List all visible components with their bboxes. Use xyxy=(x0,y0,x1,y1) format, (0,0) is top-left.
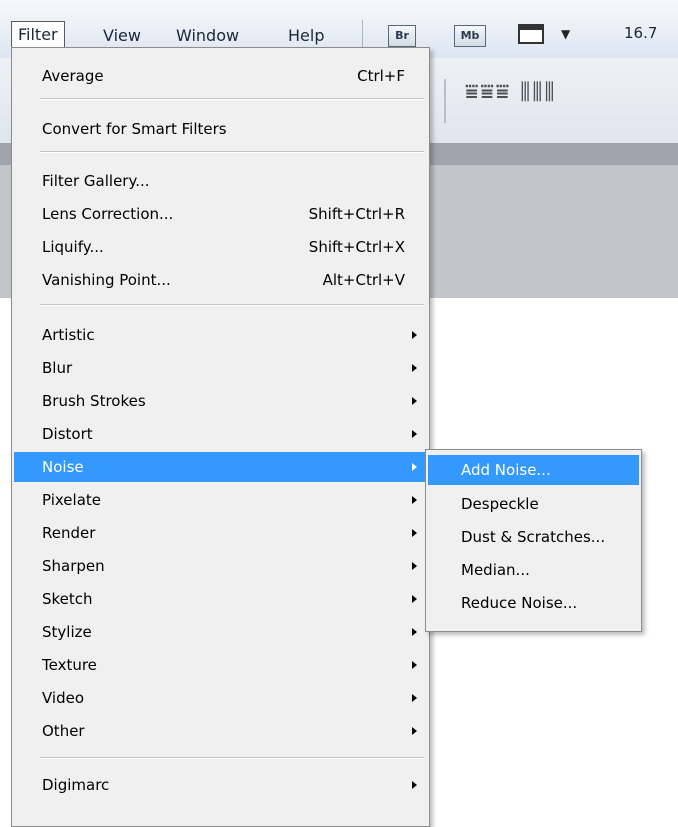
menu-item-render[interactable]: Render xyxy=(14,518,427,548)
submenu-item-label: Reduce Noise... xyxy=(461,594,578,612)
menu-item-label: Other xyxy=(42,722,85,740)
zoom-level[interactable]: 16.7 xyxy=(624,24,657,42)
submenu-item-add-noise[interactable]: Add Noise... xyxy=(428,455,639,485)
menu-view[interactable]: View xyxy=(103,24,141,48)
menu-item-label: Noise xyxy=(42,458,84,476)
submenu-arrow-icon xyxy=(412,364,417,372)
menu-item-shortcut: Alt+Ctrl+V xyxy=(322,271,405,289)
submenu-item-despeckle[interactable]: Despeckle xyxy=(428,489,639,519)
menu-item-artistic[interactable]: Artistic xyxy=(14,320,427,350)
submenu-arrow-icon xyxy=(412,331,417,339)
menu-item-sharpen[interactable]: Sharpen xyxy=(14,551,427,581)
menu-filter[interactable]: Filter xyxy=(11,21,65,48)
filter-menu: Average Ctrl+F Convert for Smart Filters… xyxy=(11,47,430,827)
submenu-item-label: Median... xyxy=(461,561,530,579)
menu-item-label: Render xyxy=(42,524,96,542)
submenu-arrow-icon xyxy=(412,430,417,438)
align-distribute-icon[interactable]: ⩸⩸⩸ ⫼⫼⫼ xyxy=(465,80,556,105)
noise-submenu: Add Noise... Despeckle Dust & Scratches.… xyxy=(425,449,642,632)
menu-item-other[interactable]: Other xyxy=(14,716,427,746)
screen-mode-icon[interactable] xyxy=(518,24,544,44)
menu-item-vanishing-point[interactable]: Vanishing Point... Alt+Ctrl+V xyxy=(14,265,427,295)
menu-item-label: Distort xyxy=(42,425,93,443)
submenu-item-label: Dust & Scratches... xyxy=(461,528,606,546)
menu-item-label: Artistic xyxy=(42,326,95,344)
submenu-arrow-icon xyxy=(412,463,417,471)
menu-item-average[interactable]: Average Ctrl+F xyxy=(14,61,427,91)
submenu-arrow-icon xyxy=(412,397,417,405)
menu-item-video[interactable]: Video xyxy=(14,683,427,713)
submenu-arrow-icon xyxy=(412,628,417,636)
menu-item-distort[interactable]: Distort xyxy=(14,419,427,449)
menu-item-shortcut: Ctrl+F xyxy=(357,67,405,85)
options-divider xyxy=(444,79,446,123)
chevron-down-icon[interactable]: ▼ xyxy=(561,27,570,41)
menu-item-liquify[interactable]: Liquify... Shift+Ctrl+X xyxy=(14,232,427,262)
menu-item-texture[interactable]: Texture xyxy=(14,650,427,680)
menu-item-label: Lens Correction... xyxy=(42,205,174,223)
submenu-arrow-icon xyxy=(412,661,417,669)
menu-item-convert-for-smart-filters[interactable]: Convert for Smart Filters xyxy=(14,114,427,144)
menu-separator xyxy=(40,304,424,306)
menu-item-label: Liquify... xyxy=(42,238,104,256)
submenu-arrow-icon xyxy=(412,727,417,735)
submenu-arrow-icon xyxy=(412,562,417,570)
menu-item-label: Video xyxy=(42,689,85,707)
submenu-item-label: Add Noise... xyxy=(461,461,551,479)
menu-item-label: Blur xyxy=(42,359,73,377)
menu-item-label: Vanishing Point... xyxy=(42,271,171,289)
menu-help[interactable]: Help xyxy=(288,24,324,48)
menu-item-brush-strokes[interactable]: Brush Strokes xyxy=(14,386,427,416)
submenu-arrow-icon xyxy=(412,529,417,537)
menu-item-noise[interactable]: Noise xyxy=(14,452,427,482)
menubar-divider xyxy=(362,20,363,48)
menu-separator xyxy=(40,98,424,100)
menu-item-lens-correction[interactable]: Lens Correction... Shift+Ctrl+R xyxy=(14,199,427,229)
menu-item-label: Average xyxy=(42,67,104,85)
menu-item-label: Sharpen xyxy=(42,557,105,575)
menu-item-label: Texture xyxy=(42,656,97,674)
submenu-arrow-icon xyxy=(412,595,417,603)
menu-item-label: Filter Gallery... xyxy=(42,172,150,190)
menu-item-label: Stylize xyxy=(42,623,92,641)
menu-item-stylize[interactable]: Stylize xyxy=(14,617,427,647)
submenu-item-median[interactable]: Median... xyxy=(428,555,639,585)
menu-item-label: Convert for Smart Filters xyxy=(42,120,227,138)
mini-bridge-button[interactable]: Mb xyxy=(454,25,486,47)
menu-item-label: Brush Strokes xyxy=(42,392,146,410)
menu-item-filter-gallery[interactable]: Filter Gallery... xyxy=(14,166,427,196)
submenu-arrow-icon xyxy=(412,781,417,789)
menu-item-shortcut: Shift+Ctrl+X xyxy=(308,238,405,256)
menu-window[interactable]: Window xyxy=(176,24,239,48)
menu-item-shortcut: Shift+Ctrl+R xyxy=(308,205,405,223)
menu-separator xyxy=(40,151,424,153)
menu-item-label: Pixelate xyxy=(42,491,101,509)
submenu-arrow-icon xyxy=(412,496,417,504)
menu-separator xyxy=(40,757,424,759)
submenu-item-label: Despeckle xyxy=(461,495,539,513)
menu-item-digimarc[interactable]: Digimarc xyxy=(14,770,427,800)
menu-item-sketch[interactable]: Sketch xyxy=(14,584,427,614)
submenu-item-reduce-noise[interactable]: Reduce Noise... xyxy=(428,588,639,618)
menu-item-pixelate[interactable]: Pixelate xyxy=(14,485,427,515)
bridge-button[interactable]: Br xyxy=(388,25,416,47)
submenu-item-dust-scratches[interactable]: Dust & Scratches... xyxy=(428,522,639,552)
submenu-arrow-icon xyxy=(412,694,417,702)
menu-item-label: Sketch xyxy=(42,590,93,608)
menu-item-blur[interactable]: Blur xyxy=(14,353,427,383)
menu-item-label: Digimarc xyxy=(42,776,110,794)
